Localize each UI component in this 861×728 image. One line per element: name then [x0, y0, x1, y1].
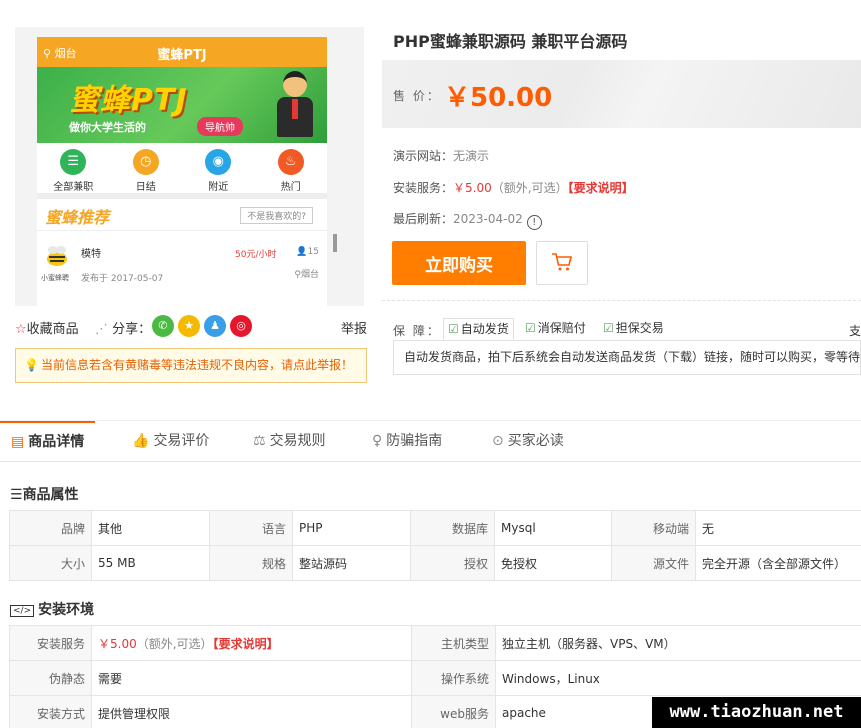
- price-label: 售 价：: [393, 89, 441, 103]
- job-count: 👤15: [296, 247, 319, 257]
- tab-rules[interactable]: ⚖ 交易规则: [253, 421, 326, 462]
- weibo-icon[interactable]: ◎: [230, 315, 252, 337]
- share-icon: ⋰: [95, 322, 108, 337]
- check-icon: ☑: [448, 322, 459, 336]
- app-nav-item-all: ☰ 全部兼职: [37, 143, 110, 193]
- table-row: 伪静态 需要 操作系统 Windows，Linux: [9, 660, 861, 696]
- price-value: ￥50.00: [444, 83, 553, 113]
- table-row: 安装服务 ￥5.00（额外,可选）【要求说明】 主机类型 独立主机（服务器、VP…: [9, 625, 861, 661]
- guarantee-tab-auto-delivery[interactable]: ☑ 自动发货: [443, 318, 514, 340]
- recommend-question: 不是我喜欢的?: [240, 207, 313, 224]
- job-item: 小蜜蜂聘 模特 50元/小时 👤15 发布于 2017-05-07 ⚲烟台: [37, 231, 327, 285]
- guarantee-label: 保 障：: [393, 324, 441, 338]
- recommend-title: 蜜蜂推荐: [45, 208, 110, 227]
- add-to-cart-button[interactable]: [536, 241, 588, 285]
- app-nav-item-daily: ◷ 日结: [110, 143, 183, 193]
- app-title: 蜜蜂PTJ: [157, 48, 207, 63]
- attributes-table: 品牌 其他 语言 PHP 数据库 Mysql 移动端 无 大小 55 MB 规格…: [9, 510, 861, 581]
- tab-anti-fraud[interactable]: ♀ 防骗指南: [372, 421, 442, 462]
- demo-row: 演示网站：无演示: [393, 149, 490, 163]
- tab-buyer-notes[interactable]: ⊙ 买家必读: [492, 421, 564, 462]
- list-icon: ☰: [60, 149, 87, 175]
- install-requirements-link[interactable]: 【要求说明】: [568, 181, 634, 195]
- qq-icon[interactable]: ♟: [204, 315, 226, 337]
- share-label: ⋰ 分享：: [95, 322, 152, 337]
- divider: [382, 300, 861, 301]
- cart-icon: [552, 252, 573, 270]
- job-pay: 50元/小时: [235, 250, 277, 260]
- tab-reviews[interactable]: 👍 交易评价: [132, 421, 209, 462]
- detail-icon: ▤: [11, 434, 25, 450]
- table-row: 品牌 其他 语言 PHP 数据库 Mysql 移动端 无: [9, 510, 861, 546]
- report-notice[interactable]: 💡 当前信息若含有黄赌毒等违法违规不良内容，请点此举报！: [15, 348, 367, 383]
- preview-scroll-handle[interactable]: [333, 234, 337, 252]
- cartoon-man-illustration: [277, 71, 313, 139]
- job-date: 发布于 2017-05-07: [81, 274, 164, 284]
- qzone-icon[interactable]: ★: [178, 315, 200, 337]
- install-row: 安装服务：￥5.00（额外,可选）【要求说明】: [393, 181, 634, 195]
- guarantee-more[interactable]: 支: [849, 322, 861, 339]
- person-icon: 👤: [296, 247, 308, 257]
- app-nav-item-hot: ♨ 热门: [255, 143, 328, 193]
- check-icon: ☑: [525, 321, 536, 335]
- job-name: 模特: [81, 249, 101, 260]
- banner-title: 蜜蜂PTJ: [69, 83, 188, 118]
- bee-logo-icon: [47, 246, 67, 266]
- location-icon: ◉: [205, 149, 232, 175]
- job-city: ⚲烟台: [294, 270, 319, 280]
- bulb-icon: ♀: [372, 433, 383, 449]
- pin-icon: ⚲: [294, 270, 301, 280]
- phone-mockup: ⚲ 烟台 蜜蜂PTJ 蜜蜂PTJ 做你大学生活的 导航帅 ☰ 全部兼职 ◷ 日结…: [37, 37, 327, 306]
- banner-button: 导航帅: [197, 117, 243, 136]
- guarantee-description: 自动发货商品，拍下后系统会自动发送商品发货（下载）链接，随时可以购买，零等待: [393, 340, 861, 375]
- guarantee-tab-escrow[interactable]: ☑ 担保交易: [599, 318, 668, 340]
- report-link[interactable]: 举报: [341, 318, 367, 337]
- clock-icon: ◷: [132, 149, 159, 175]
- product-preview-image[interactable]: ⚲ 烟台 蜜蜂PTJ 蜜蜂PTJ 做你大学生活的 导航帅 ☰ 全部兼职 ◷ 日结…: [15, 27, 364, 306]
- scale-icon: ⚖: [253, 433, 266, 449]
- info-icon[interactable]: !: [526, 215, 542, 230]
- banner-subtitle: 做你大学生活的: [69, 121, 146, 134]
- wechat-icon[interactable]: ✆: [152, 315, 174, 337]
- detail-tabbar: ▤ 商品详情 👍 交易评价 ⚖ 交易规则 ♀ 防骗指南 ⊙ 买家必读: [0, 420, 861, 462]
- product-title: PHP蜜蜂兼职源码 兼职平台源码: [393, 32, 628, 51]
- logo-caption: 小蜜蜂聘: [41, 274, 69, 282]
- thumb-icon: 👍: [132, 433, 150, 449]
- refresh-row: 最后刷新：2023-04-02!: [393, 210, 542, 230]
- compass-icon: ⊙: [492, 433, 504, 449]
- app-nav-item-nearby: ◉ 附近: [182, 143, 255, 193]
- fire-icon: ♨: [277, 149, 304, 175]
- attributes-title: ☰商品属性: [10, 487, 79, 503]
- search-list-icon: ☰: [10, 487, 23, 503]
- recommend-header: 蜜蜂推荐 不是我喜欢的?: [37, 199, 327, 231]
- star-icon: ☆: [15, 322, 27, 337]
- lightbulb-icon: 💡: [24, 358, 39, 372]
- buy-now-button[interactable]: 立即购买: [392, 241, 526, 285]
- install-requirements-link[interactable]: 【要求说明】: [213, 637, 279, 651]
- app-header: ⚲ 烟台 蜜蜂PTJ: [37, 37, 327, 67]
- app-banner: 蜜蜂PTJ 做你大学生活的 导航帅: [37, 67, 327, 143]
- environment-title: </> 安装环境: [10, 599, 94, 619]
- guarantee-tab-compensation[interactable]: ☑ 消保赔付: [521, 318, 590, 340]
- guarantee-bar: 保 障： ☑ 自动发货 ☑ 消保赔付 ☑ 担保交易 支: [393, 318, 861, 340]
- favorite-button[interactable]: ☆收藏商品: [15, 318, 79, 337]
- price-box: 售 价： ￥50.00: [382, 60, 861, 128]
- check-icon: ☑: [603, 321, 614, 335]
- code-icon: </>: [10, 605, 35, 617]
- tab-product-details[interactable]: ▤ 商品详情: [0, 421, 96, 462]
- share-bar: ☆收藏商品 ⋰ 分享： ✆ ★ ♟ ◎ 举报: [15, 314, 367, 340]
- app-nav: ☰ 全部兼职 ◷ 日结 ◉ 附近 ♨ 热门: [37, 143, 327, 199]
- table-row: 大小 55 MB 规格 整站源码 授权 免授权 源文件 完全开源（含全部源文件）: [9, 545, 861, 581]
- site-watermark: www.tiaozhuan.net: [652, 697, 861, 728]
